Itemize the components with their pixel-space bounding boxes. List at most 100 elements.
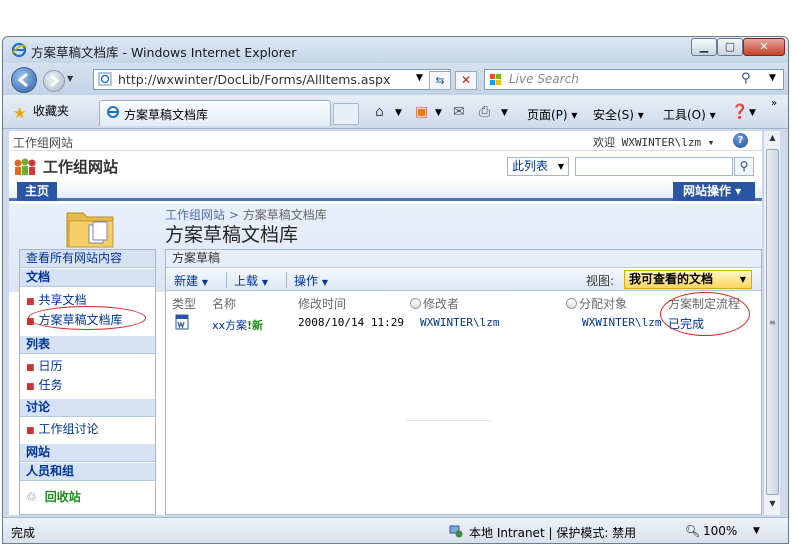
search-go-button[interactable]: ⚲ <box>734 157 754 176</box>
ql-item-label: 任务 <box>38 378 63 392</box>
search-scope-select[interactable]: 此列表 ▼ <box>507 157 569 176</box>
site-search-input[interactable] <box>575 157 733 176</box>
grip-icon: ≡ <box>769 318 776 327</box>
presence-icon <box>410 298 421 309</box>
search-input[interactable]: Live Search <box>509 72 579 86</box>
presence-icon <box>566 298 577 309</box>
rss-feed-icon[interactable]: ▣ <box>415 104 428 120</box>
site-title[interactable]: 工作组网站 <box>43 156 118 177</box>
ql-item-label: 共享文档 <box>38 293 87 307</box>
actions-menu-label: 操作 <box>294 274 319 288</box>
print-icon[interactable]: ⎙ <box>479 104 490 120</box>
top-site-link[interactable]: 工作组网站 <box>13 134 73 151</box>
ql-item-calendar[interactable]: ■ 日历 <box>26 357 63 374</box>
address-bar[interactable]: http://wxwinter/DocLib/Forms/AllItems.as… <box>93 69 451 90</box>
scroll-down-button[interactable]: ▼ <box>766 499 779 513</box>
history-dropdown[interactable]: ▼ <box>67 74 73 83</box>
view-all-site-content-link[interactable]: 查看所有网站内容 <box>20 250 155 268</box>
status-text: 完成 <box>11 526 36 540</box>
address-dropdown[interactable]: ▼ <box>416 73 423 83</box>
vertical-scrollbar[interactable]: ▲ ≡ ▼ <box>763 131 780 515</box>
ql-item-label: 日历 <box>38 359 63 373</box>
search-provider-dropdown[interactable]: ▼ <box>769 73 776 83</box>
ql-heading-lists[interactable]: 列表 <box>20 336 155 354</box>
new-tab-button[interactable] <box>333 103 359 125</box>
site-header: 工作组网站 此列表 ▼ ⚲ <box>9 151 762 181</box>
ql-heading-discussions[interactable]: 讨论 <box>20 399 155 417</box>
welcome-menu[interactable]: 欢迎 WXWINTER\lzm ▾ <box>593 134 714 150</box>
print-dropdown[interactable]: ▼ <box>501 108 508 118</box>
security-zone-text[interactable]: 本地 Intranet | 保护模式: 禁用 <box>469 524 636 541</box>
tools-menu[interactable]: 工具(O) ▾ <box>663 106 716 123</box>
help-dropdown[interactable]: ▼ <box>749 108 756 118</box>
document-name-link[interactable]: xx方案!新 <box>212 317 263 333</box>
tab-home[interactable]: 主页 <box>17 182 57 201</box>
scroll-up-button[interactable]: ▲ <box>766 133 779 147</box>
refresh-button[interactable]: ⇆ <box>429 71 451 90</box>
ql-item-recycle-bin[interactable]: ♲ 回收站 <box>26 488 81 505</box>
zoom-dropdown[interactable]: ▼ <box>753 526 760 536</box>
scroll-thumb[interactable]: ≡ <box>766 149 779 495</box>
feeds-dropdown[interactable]: ▼ <box>435 108 442 118</box>
chevron-down-icon: ▼ <box>201 278 208 287</box>
column-header-type[interactable]: 类型 <box>172 295 196 312</box>
home-icon[interactable]: ⌂ <box>375 104 384 120</box>
browser-tab[interactable]: 方案草稿文档库 <box>99 100 331 126</box>
ql-heading-documents[interactable]: 文档 <box>20 269 155 287</box>
title-bar: 方案草稿文档库 - Windows Internet Explorer ▁ ▢ … <box>3 37 788 63</box>
stop-button[interactable]: ✕ <box>455 71 477 90</box>
column-header-modified[interactable]: 修改时间 <box>298 295 346 312</box>
maximize-button[interactable]: ▢ <box>717 38 743 56</box>
help-icon[interactable]: ? <box>733 133 748 148</box>
address-toolbar: ▼ http://wxwinter/DocLib/Forms/AllItems.… <box>3 63 788 95</box>
document-library-webpart: 方案草稿 新建 ▼ 上载 ▼ 操作 ▼ 视图: 我可查看的文档 ▼ 类型 名称 … <box>165 249 762 515</box>
bullet-icon: ■ <box>26 382 35 392</box>
favorites-button[interactable]: ★ 收藏夹 <box>9 100 77 124</box>
minimize-button[interactable]: ▁ <box>691 38 717 56</box>
forward-button[interactable] <box>43 70 65 92</box>
modified-time: 2008/10/14 11:29 <box>298 316 404 329</box>
site-actions-menu[interactable]: 网站操作 ▾ <box>673 182 755 201</box>
arrow-right-icon <box>50 75 59 87</box>
ie-logo-icon <box>107 106 119 118</box>
intranet-zone-icon[interactable] <box>449 524 463 538</box>
column-header-name[interactable]: 名称 <box>212 295 236 312</box>
divider <box>406 420 492 421</box>
ql-item-team-discussion[interactable]: ■ 工作组讨论 <box>26 420 99 437</box>
upload-menu[interactable]: 上载 ▼ <box>234 272 268 289</box>
live-search-box[interactable]: Live Search ⚲ ▼ <box>484 69 784 90</box>
chevron-down-icon: ▼ <box>739 275 746 284</box>
address-input[interactable]: http://wxwinter/DocLib/Forms/AllItems.as… <box>118 72 390 87</box>
ql-item-tasks[interactable]: ■ 任务 <box>26 376 63 393</box>
view-select-value: 我可查看的文档 <box>629 272 714 286</box>
safety-menu[interactable]: 安全(S) ▾ <box>593 106 644 123</box>
back-button[interactable] <box>11 67 37 93</box>
search-scope-value: 此列表 <box>512 159 549 173</box>
ql-heading-people-groups[interactable]: 人员和组 <box>20 463 155 481</box>
view-select[interactable]: 我可查看的文档 ▼ <box>624 270 752 289</box>
page-menu-label: 页面(P) <box>527 108 568 122</box>
close-icon: ✕ <box>460 73 472 87</box>
webpart-title[interactable]: 方案草稿 <box>166 250 761 268</box>
column-header-modified-by[interactable]: 修改者 <box>410 295 459 312</box>
home-dropdown[interactable]: ▼ <box>395 108 402 118</box>
ql-heading-sites[interactable]: 网站 <box>20 444 155 462</box>
safety-menu-label: 安全(S) <box>593 108 634 122</box>
zoom-icon[interactable]: 🔍︎ <box>685 524 700 538</box>
bullet-icon: ■ <box>26 426 35 436</box>
search-icon[interactable]: ⚲ <box>741 71 751 86</box>
column-header-assigned-to[interactable]: 分配对象 <box>566 295 627 312</box>
word-document-icon[interactable] <box>174 314 190 330</box>
actions-menu[interactable]: 操作 ▼ <box>294 272 328 289</box>
close-button[interactable]: ✕ <box>743 38 785 56</box>
assigned-to-link[interactable]: WXWINTER\lzm <box>582 316 661 329</box>
chevron-more-icon[interactable]: » <box>771 98 777 109</box>
modified-by-link[interactable]: WXWINTER\lzm <box>420 316 499 329</box>
new-menu[interactable]: 新建 ▼ <box>174 272 208 289</box>
mail-icon[interactable]: ✉ <box>453 104 465 120</box>
page-content: 工作组网站 欢迎 WXWINTER\lzm ▾ ? 工作组网站 此列表 ▼ ⚲ … <box>9 131 762 515</box>
page-icon <box>98 72 112 86</box>
help-icon[interactable]: ❓ <box>731 104 748 120</box>
page-menu[interactable]: 页面(P) ▾ <box>527 106 577 123</box>
zoom-level[interactable]: 100% <box>703 524 737 538</box>
